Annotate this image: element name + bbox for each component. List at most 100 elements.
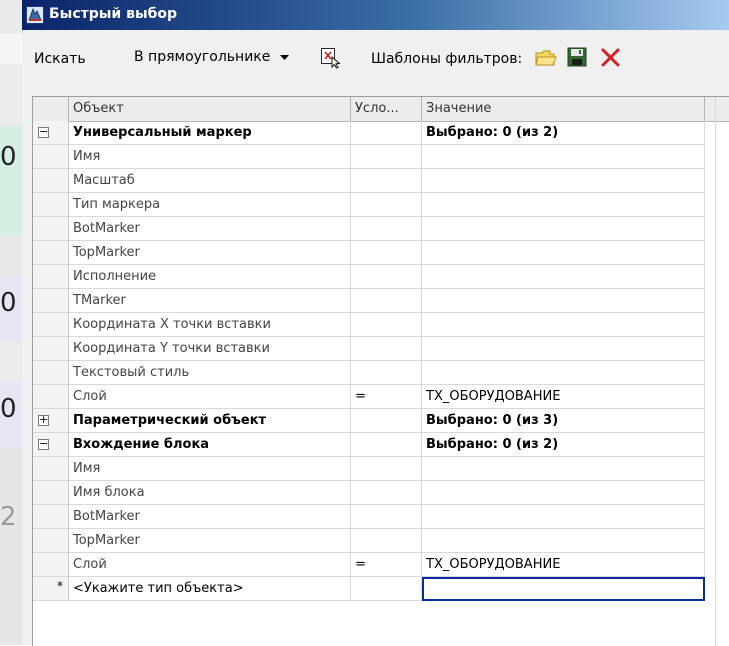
window-title: Быстрый выбор bbox=[49, 6, 178, 22]
title-bar[interactable]: Быстрый выбор bbox=[22, 0, 729, 30]
object-cell[interactable]: Имя блока bbox=[69, 481, 351, 505]
row-header-cell bbox=[33, 193, 69, 217]
value-cell[interactable]: ТХ_ОБОРУДОВАНИЕ bbox=[422, 385, 705, 409]
property-row[interactable]: Имя bbox=[33, 457, 705, 481]
condition-cell[interactable]: = bbox=[351, 385, 422, 409]
group-row[interactable]: − Универсальный маркер Выбрано: 0 (из 2) bbox=[33, 121, 705, 145]
value-cell[interactable] bbox=[422, 145, 705, 169]
condition-cell[interactable] bbox=[351, 265, 422, 289]
property-row[interactable]: TopMarker bbox=[33, 529, 705, 553]
value-cell[interactable] bbox=[422, 289, 705, 313]
object-cell[interactable]: Слой bbox=[69, 553, 351, 577]
value-cell[interactable]: Выбрано: 0 (из 3) bbox=[422, 409, 705, 433]
scope-dropdown[interactable]: В прямоугольнике bbox=[134, 49, 289, 71]
group-row[interactable]: − Вхождение блока Выбрано: 0 (из 2) bbox=[33, 433, 705, 457]
collapse-icon[interactable]: − bbox=[38, 125, 49, 138]
object-cell[interactable]: TMarker bbox=[69, 289, 351, 313]
object-cell[interactable]: Универсальный маркер bbox=[69, 121, 351, 145]
value-cell[interactable]: ТХ_ОБОРУДОВАНИЕ bbox=[422, 553, 705, 577]
condition-cell[interactable] bbox=[351, 409, 422, 433]
object-cell[interactable]: Координата Y точки вставки bbox=[69, 337, 351, 361]
property-row[interactable]: BotMarker bbox=[33, 505, 705, 529]
value-cell[interactable] bbox=[422, 169, 705, 193]
delete-icon[interactable] bbox=[601, 48, 620, 67]
property-row[interactable]: Тип маркера bbox=[33, 193, 705, 217]
object-cell[interactable]: BotMarker bbox=[69, 217, 351, 241]
value-input-focus[interactable] bbox=[422, 577, 705, 601]
object-cell[interactable]: Текстовый стиль bbox=[69, 361, 351, 385]
property-row[interactable]: TMarker bbox=[33, 289, 705, 313]
header-corner bbox=[33, 97, 69, 121]
open-folder-icon[interactable] bbox=[535, 48, 557, 68]
object-cell[interactable]: Имя bbox=[69, 457, 351, 481]
new-object-row[interactable]: * <Укажите тип объекта> bbox=[33, 577, 705, 601]
condition-cell[interactable] bbox=[351, 313, 422, 337]
header-condition[interactable]: Усло... bbox=[351, 97, 422, 121]
condition-cell[interactable] bbox=[351, 217, 422, 241]
header-object[interactable]: Объект bbox=[69, 97, 351, 121]
object-cell[interactable]: Слой bbox=[69, 385, 351, 409]
value-cell[interactable] bbox=[422, 505, 705, 529]
object-cell[interactable]: BotMarker bbox=[69, 505, 351, 529]
object-cell[interactable]: Параметрический объект bbox=[69, 409, 351, 433]
value-cell[interactable] bbox=[422, 313, 705, 337]
condition-cell[interactable] bbox=[351, 337, 422, 361]
row-header-cell bbox=[33, 169, 69, 193]
property-row[interactable]: Имя блока bbox=[33, 481, 705, 505]
condition-cell[interactable] bbox=[351, 457, 422, 481]
value-cell[interactable] bbox=[422, 217, 705, 241]
expand-icon[interactable]: + bbox=[38, 413, 49, 426]
value-cell[interactable]: Выбрано: 0 (из 2) bbox=[422, 121, 705, 145]
property-row[interactable]: BotMarker bbox=[33, 217, 705, 241]
object-cell[interactable]: Исполнение bbox=[69, 265, 351, 289]
property-row[interactable]: Координата X точки вставки bbox=[33, 313, 705, 337]
object-cell[interactable]: Тип маркера bbox=[69, 193, 351, 217]
object-cell[interactable]: <Укажите тип объекта> bbox=[69, 577, 351, 601]
property-row[interactable]: Слой = ТХ_ОБОРУДОВАНИЕ bbox=[33, 385, 705, 409]
condition-cell[interactable] bbox=[351, 529, 422, 553]
value-cell[interactable] bbox=[422, 265, 705, 289]
value-cell[interactable] bbox=[422, 457, 705, 481]
select-objects-icon[interactable] bbox=[320, 47, 342, 69]
object-cell[interactable]: Имя bbox=[69, 145, 351, 169]
property-row[interactable]: TopMarker bbox=[33, 241, 705, 265]
object-cell[interactable]: TopMarker bbox=[69, 241, 351, 265]
value-cell[interactable]: Выбрано: 0 (из 2) bbox=[422, 433, 705, 457]
group-row[interactable]: + Параметрический объект Выбрано: 0 (из 3) bbox=[33, 409, 705, 433]
condition-cell[interactable] bbox=[351, 481, 422, 505]
grid-edge bbox=[715, 97, 716, 646]
property-row[interactable]: Имя bbox=[33, 145, 705, 169]
property-row[interactable]: Координата Y точки вставки bbox=[33, 337, 705, 361]
save-icon[interactable] bbox=[567, 47, 587, 67]
condition-cell[interactable] bbox=[351, 169, 422, 193]
value-cell[interactable] bbox=[422, 529, 705, 553]
condition-cell[interactable] bbox=[351, 289, 422, 313]
value-cell[interactable] bbox=[422, 337, 705, 361]
property-row[interactable]: Исполнение bbox=[33, 265, 705, 289]
row-header-cell bbox=[33, 529, 69, 553]
condition-cell[interactable] bbox=[351, 505, 422, 529]
value-cell[interactable] bbox=[422, 241, 705, 265]
object-cell[interactable]: TopMarker bbox=[69, 529, 351, 553]
condition-cell[interactable] bbox=[351, 145, 422, 169]
bg-value: 2 bbox=[0, 502, 17, 532]
condition-cell[interactable] bbox=[351, 241, 422, 265]
property-row[interactable]: Слой = ТХ_ОБОРУДОВАНИЕ bbox=[33, 553, 705, 577]
object-cell[interactable]: Вхождение блока bbox=[69, 433, 351, 457]
condition-cell[interactable] bbox=[351, 121, 422, 145]
object-cell[interactable]: Координата X точки вставки bbox=[69, 313, 351, 337]
value-cell[interactable] bbox=[422, 481, 705, 505]
collapse-icon[interactable]: − bbox=[38, 437, 49, 450]
row-header-cell bbox=[33, 505, 69, 529]
condition-cell[interactable] bbox=[351, 577, 422, 601]
condition-cell[interactable] bbox=[351, 433, 422, 457]
property-row[interactable]: Масштаб bbox=[33, 169, 705, 193]
header-value[interactable]: Значение bbox=[422, 97, 705, 121]
object-cell[interactable]: Масштаб bbox=[69, 169, 351, 193]
condition-cell[interactable]: = bbox=[351, 553, 422, 577]
condition-cell[interactable] bbox=[351, 193, 422, 217]
condition-cell[interactable] bbox=[351, 361, 422, 385]
property-row[interactable]: Текстовый стиль bbox=[33, 361, 705, 385]
value-cell[interactable] bbox=[422, 193, 705, 217]
value-cell[interactable] bbox=[422, 361, 705, 385]
